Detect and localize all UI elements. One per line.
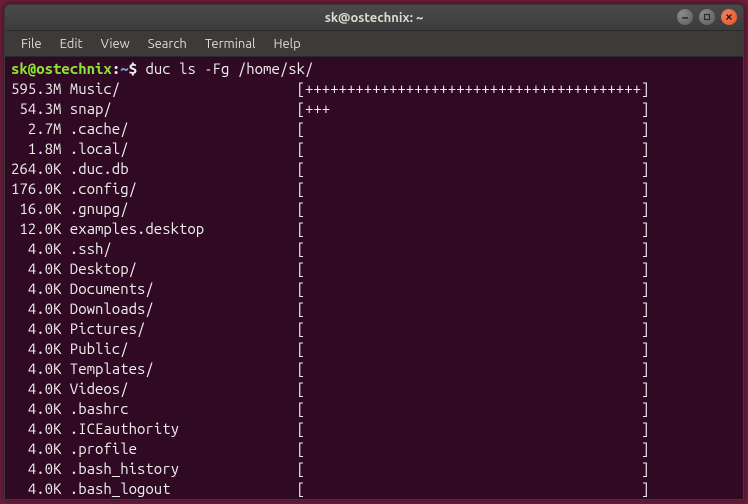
listing-row: 2.7M .cache/ [ ] (11, 119, 737, 139)
menubar: File Edit View Search Terminal Help (5, 31, 743, 57)
menu-edit[interactable]: Edit (52, 34, 91, 54)
minimize-icon (681, 13, 689, 21)
listing-row: 16.0K .gnupg/ [ ] (11, 199, 737, 219)
close-button[interactable] (721, 9, 737, 25)
prompt-dollar: $ (129, 60, 137, 77)
listing-row: 12.0K examples.desktop [ ] (11, 219, 737, 239)
menu-terminal[interactable]: Terminal (197, 34, 264, 54)
listing-row: 4.0K .ssh/ [ ] (11, 239, 737, 259)
minimize-button[interactable] (677, 9, 693, 25)
listing-row: 4.0K Pictures/ [ ] (11, 319, 737, 339)
prompt-user-host: sk@ostechnix (11, 60, 112, 77)
window-title: sk@ostechnix: ~ (325, 11, 424, 25)
listing-row: 4.0K Documents/ [ ] (11, 279, 737, 299)
listing-row: 4.0K Downloads/ [ ] (11, 299, 737, 319)
listing-row: 264.0K .duc.db [ ] (11, 159, 737, 179)
listing-row: 4.0K .bashrc [ ] (11, 399, 737, 419)
listing-row: 1.8M .local/ [ ] (11, 139, 737, 159)
listing-row: 595.3M Music/ [+++++++++++++++++++++++++… (11, 79, 737, 99)
menu-search[interactable]: Search (140, 34, 195, 54)
typed-command: duc ls -Fg /home/sk/ (145, 60, 313, 77)
window-controls (677, 9, 737, 25)
listing-row: 4.0K Templates/ [ ] (11, 359, 737, 379)
listing-row: 4.0K .ICEauthority [ ] (11, 419, 737, 439)
menu-file[interactable]: File (13, 34, 50, 54)
listing-row: 176.0K .config/ [ ] (11, 179, 737, 199)
menu-help[interactable]: Help (265, 34, 308, 54)
listing-row: 0 .sudo_as_admin_successful [ ] (11, 499, 737, 500)
close-icon (725, 13, 733, 21)
terminal-window: sk@ostechnix: ~ File Edit View Search Te… (4, 4, 744, 500)
maximize-icon (703, 13, 711, 21)
listing-row: 4.0K Videos/ [ ] (11, 379, 737, 399)
listing-row: 4.0K .bash_logout [ ] (11, 479, 737, 499)
menu-view[interactable]: View (93, 34, 138, 54)
terminal-content[interactable]: sk@ostechnix:~$ duc ls -Fg /home/sk/595.… (5, 57, 743, 500)
maximize-button[interactable] (699, 9, 715, 25)
listing-row: 4.0K .profile [ ] (11, 439, 737, 459)
listing-row: 54.3M snap/ [+++ ] (11, 99, 737, 119)
command-line: sk@ostechnix:~$ duc ls -Fg /home/sk/ (11, 59, 737, 79)
listing-row: 4.0K .bash_history [ ] (11, 459, 737, 479)
listing-row: 4.0K Public/ [ ] (11, 339, 737, 359)
titlebar: sk@ostechnix: ~ (5, 5, 743, 31)
prompt-path: ~ (120, 60, 128, 77)
listing-row: 4.0K Desktop/ [ ] (11, 259, 737, 279)
prompt-colon: : (112, 60, 120, 77)
